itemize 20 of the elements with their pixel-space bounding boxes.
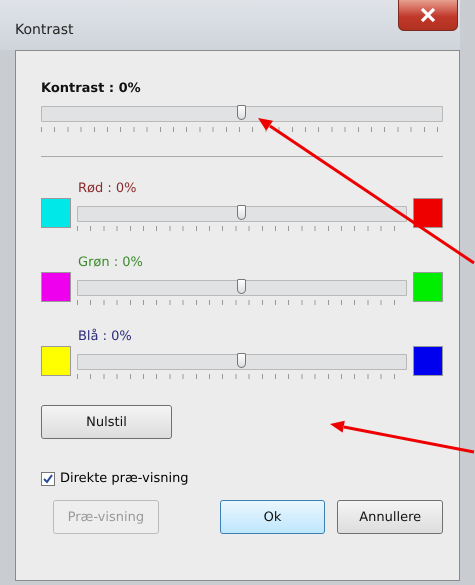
slider-thumb[interactable] xyxy=(237,353,246,368)
slider-track[interactable] xyxy=(77,280,407,296)
window-title: Kontrast xyxy=(15,22,74,38)
slider-track[interactable] xyxy=(41,106,443,122)
dialog-button[interactable]: Ok xyxy=(220,500,326,534)
slider-track[interactable] xyxy=(77,206,407,222)
close-button[interactable] xyxy=(398,0,458,31)
slider-label: Rød : 0% xyxy=(78,181,138,196)
slider-label: Grøn : 0% xyxy=(78,255,144,270)
dialog-button[interactable]: Annullere xyxy=(337,500,444,534)
reset-button[interactable]: Nulstil xyxy=(41,405,172,439)
slider-label: Blå : 0% xyxy=(78,329,133,344)
slider-track[interactable] xyxy=(77,354,407,370)
checkbox[interactable] xyxy=(41,472,55,486)
slider-thumb[interactable] xyxy=(237,205,246,220)
checkbox-label: Direkte præ-visning xyxy=(60,471,189,486)
close-icon xyxy=(420,8,436,22)
slider-thumb[interactable] xyxy=(237,279,246,294)
slider-label: Kontrast : 0% xyxy=(41,81,142,96)
slider-thumb[interactable] xyxy=(237,105,246,120)
